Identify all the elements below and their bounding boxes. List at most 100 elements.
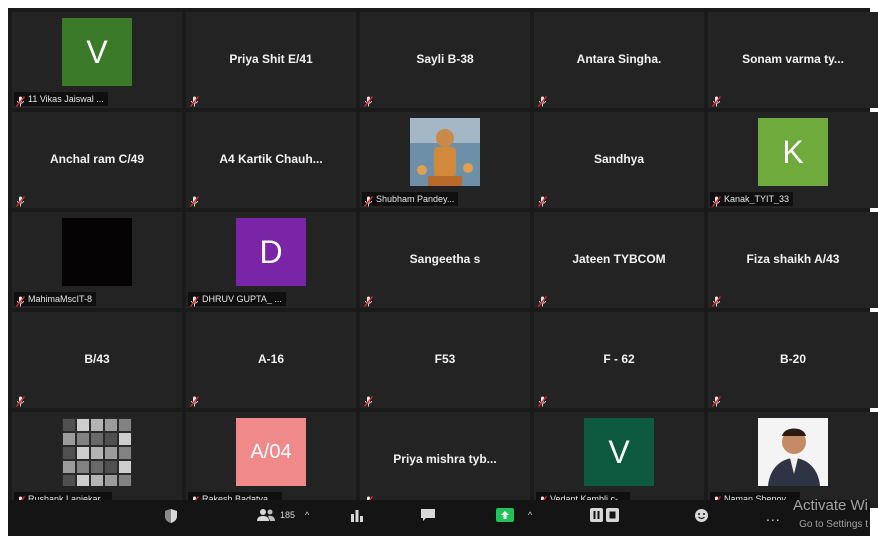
- participant-tile[interactable]: Antara Singha.: [534, 12, 704, 108]
- muted-mic-icon: [537, 394, 548, 407]
- security-button[interactable]: [164, 508, 178, 524]
- muted-mic-icon: [363, 94, 374, 107]
- participant-footer: [536, 292, 551, 307]
- participant-footer-label: Shubham Pandey...: [376, 194, 455, 204]
- participant-name: Priya Shit E/41: [229, 52, 313, 66]
- participant-name: A-16: [257, 352, 284, 366]
- muted-mic-icon: [363, 294, 374, 307]
- share-screen-icon: [496, 508, 514, 522]
- participant-tile[interactable]: A4 Kartik Chauh...: [186, 112, 356, 208]
- participant-tile[interactable]: MahimaMscIT-8: [12, 212, 182, 308]
- participants-count: 185: [280, 510, 296, 520]
- chat-icon: [421, 509, 435, 521]
- participant-tile[interactable]: Shubham Pandey...: [360, 112, 530, 208]
- participant-tile[interactable]: B-20: [708, 312, 878, 408]
- participant-tile[interactable]: Jateen TYBCOM: [534, 212, 704, 308]
- participant-tile[interactable]: A/04 Rakesh Badatya ...: [186, 412, 356, 508]
- participant-tile[interactable]: Fiza shaikh A/43: [708, 212, 878, 308]
- emoji-icon: [695, 509, 708, 522]
- muted-mic-icon: [363, 194, 374, 207]
- participants-button[interactable]: 185 ^: [256, 508, 309, 522]
- participant-tile[interactable]: Sonam varma ty...: [708, 12, 878, 108]
- participant-name: Anchal ram C/49: [49, 152, 145, 166]
- activate-windows-subtitle: Go to Settings t: [799, 519, 868, 530]
- activate-windows-title: Activate Wi: [792, 497, 868, 514]
- share-screen-button[interactable]: ^: [496, 508, 532, 522]
- video-thumbnail: [410, 118, 480, 186]
- more-button[interactable]: ...: [766, 508, 781, 524]
- participant-footer-label: DHRUV GUPTA_ ...: [202, 294, 282, 304]
- participant-footer: 11 Vikas Jaiswal ...: [14, 92, 108, 107]
- participant-tile[interactable]: Sayli B-38: [360, 12, 530, 108]
- participant-name: Sayli B-38: [416, 52, 474, 66]
- participant-footer: [710, 92, 725, 107]
- participant-name: B-20: [779, 352, 806, 366]
- participant-footer: [188, 92, 203, 107]
- avatar: V: [62, 18, 132, 86]
- participant-tile[interactable]: Priya mishra tyb...: [360, 412, 530, 508]
- participant-tile[interactable]: K Kanak_TYIT_33: [708, 112, 878, 208]
- muted-mic-icon: [711, 394, 722, 407]
- people-icon: [257, 509, 275, 521]
- participant-tile[interactable]: Rushank Lanjekar...: [12, 412, 182, 508]
- avatar: V: [584, 418, 654, 486]
- participant-tile[interactable]: Naman Shenoy ...: [708, 412, 878, 508]
- avatar: D: [236, 218, 306, 286]
- participant-name: F - 62: [603, 352, 635, 366]
- record-button[interactable]: [590, 508, 620, 522]
- muted-mic-icon: [15, 94, 26, 107]
- participant-footer: DHRUV GUPTA_ ...: [188, 292, 286, 307]
- muted-mic-icon: [711, 94, 722, 107]
- participant-name: Antara Singha.: [576, 52, 662, 66]
- participant-name: Fiza shaikh A/43: [746, 252, 840, 266]
- participant-footer: [362, 92, 377, 107]
- participant-name: Jateen TYBCOM: [572, 252, 666, 266]
- participant-tile[interactable]: Sandhya: [534, 112, 704, 208]
- participant-tile[interactable]: Priya Shit E/41: [186, 12, 356, 108]
- chevron-up-icon[interactable]: ^: [305, 510, 309, 520]
- meeting-window: V 11 Vikas Jaiswal ... Priya Shit E/41 Sayl…: [8, 8, 878, 536]
- polls-button[interactable]: [350, 508, 364, 522]
- participant-tile[interactable]: Anchal ram C/49: [12, 112, 182, 208]
- shield-icon: [165, 509, 177, 523]
- participant-footer-label: MahimaMscIT-8: [28, 294, 93, 304]
- muted-mic-icon: [189, 394, 200, 407]
- participant-name: Sandhya: [593, 152, 644, 166]
- participant-tile[interactable]: D DHRUV GUPTA_ ...: [186, 212, 356, 308]
- participant-name: B/43: [84, 352, 110, 366]
- chat-button[interactable]: [420, 508, 436, 522]
- participant-tile[interactable]: B/43: [12, 312, 182, 408]
- participant-tile[interactable]: A-16: [186, 312, 356, 408]
- muted-mic-icon: [189, 294, 200, 307]
- participant-footer: [14, 192, 29, 207]
- participant-tile[interactable]: V Vedant Kambli c-...: [534, 412, 704, 508]
- muted-mic-icon: [711, 294, 722, 307]
- muted-mic-icon: [537, 94, 548, 107]
- participant-footer-label: Kanak_TYIT_33: [724, 194, 790, 204]
- participant-name: F53: [434, 352, 456, 366]
- participant-tile[interactable]: Sangeetha s: [360, 212, 530, 308]
- muted-mic-icon: [189, 94, 200, 107]
- participant-footer: [188, 392, 203, 407]
- video-thumbnail: [62, 218, 132, 286]
- muted-mic-icon: [15, 294, 26, 307]
- participant-footer: [536, 92, 551, 107]
- participant-name: Sonam varma ty...: [742, 52, 844, 66]
- participant-footer: Shubham Pandey...: [362, 192, 459, 207]
- participant-tile[interactable]: F53: [360, 312, 530, 408]
- participant-footer: [362, 392, 377, 407]
- video-thumbnail: [758, 418, 828, 486]
- reactions-button[interactable]: [694, 508, 709, 523]
- bar-chart-icon: [351, 510, 363, 522]
- participant-tile[interactable]: V 11 Vikas Jaiswal ...: [12, 12, 182, 108]
- participant-tile[interactable]: F - 62: [534, 312, 704, 408]
- chevron-up-icon[interactable]: ^: [528, 510, 532, 520]
- participant-footer: [14, 392, 29, 407]
- muted-mic-icon: [537, 194, 548, 207]
- participant-footer-label: 11 Vikas Jaiswal ...: [28, 94, 104, 104]
- muted-mic-icon: [537, 294, 548, 307]
- video-thumbnail: [62, 418, 132, 486]
- participant-footer: [536, 392, 551, 407]
- muted-mic-icon: [711, 194, 722, 207]
- gallery-grid: V 11 Vikas Jaiswal ... Priya Shit E/41 Sayl…: [12, 12, 878, 508]
